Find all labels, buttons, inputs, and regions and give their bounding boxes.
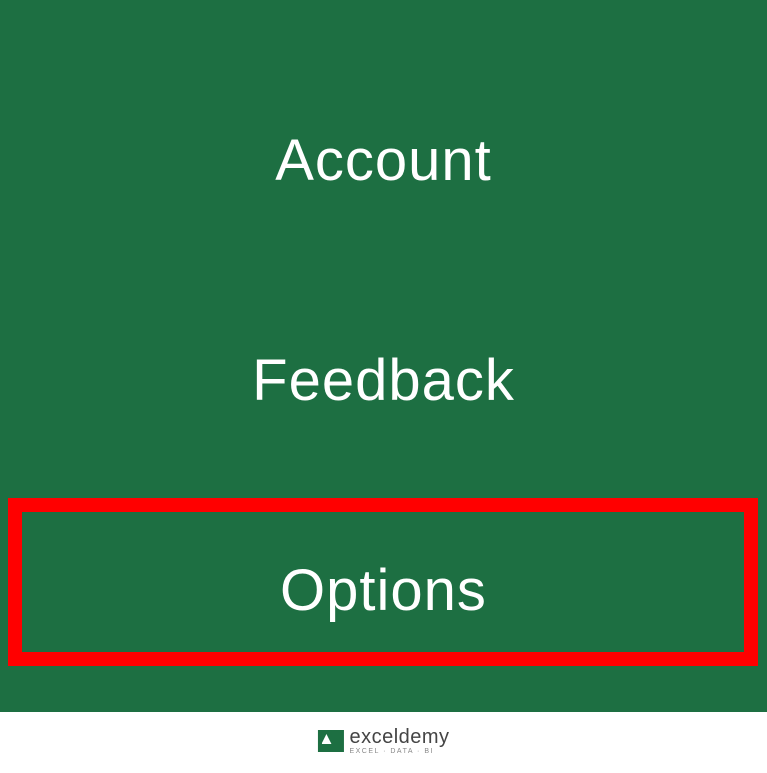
menu-item-account[interactable]: Account — [0, 70, 767, 250]
menu-item-feedback[interactable]: Feedback — [0, 290, 767, 470]
menu-item-options[interactable]: Options — [0, 500, 767, 680]
menu-item-account-label: Account — [275, 127, 492, 194]
watermark-text: exceldemy EXCEL · DATA · BI — [349, 727, 449, 755]
watermark: exceldemy EXCEL · DATA · BI — [317, 727, 449, 755]
watermark-sub-text: EXCEL · DATA · BI — [349, 748, 449, 755]
menu-item-feedback-label: Feedback — [252, 347, 515, 414]
exceldemy-logo-icon — [317, 730, 343, 752]
backstage-menu-panel: Account Feedback Options — [0, 0, 767, 712]
watermark-main-text: exceldemy — [349, 727, 449, 747]
menu-item-options-label: Options — [280, 557, 487, 624]
